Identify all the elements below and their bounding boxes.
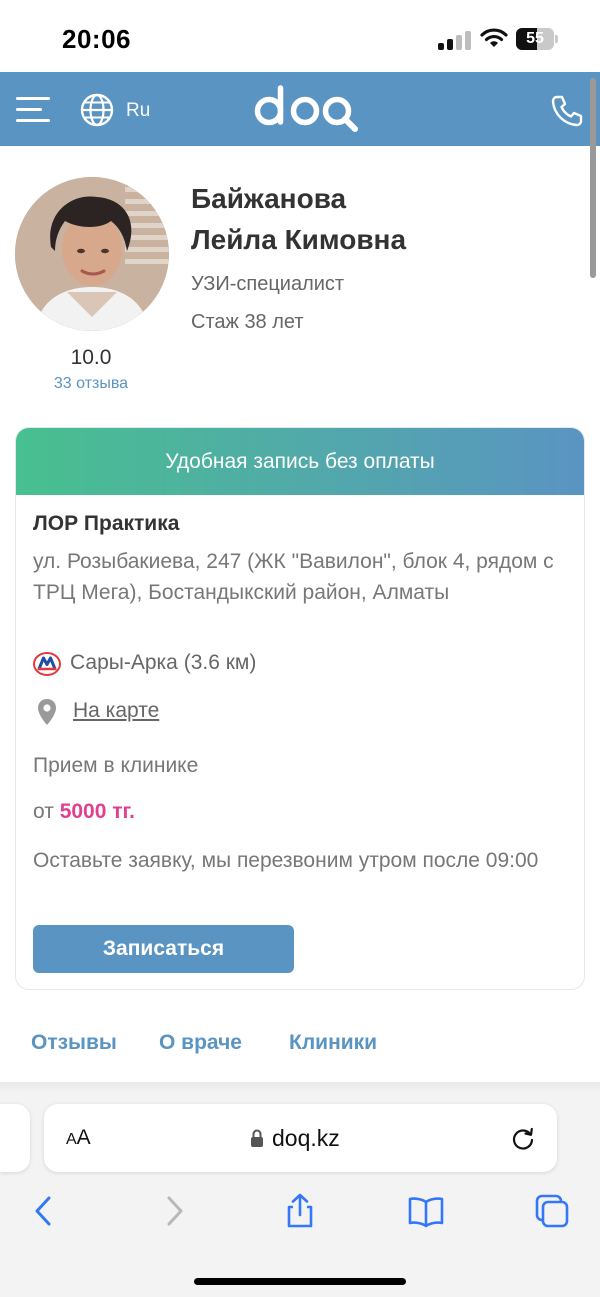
previous-tab-preview[interactable] <box>0 1104 30 1172</box>
tab-about-doctor[interactable]: О враче <box>159 1031 242 1055</box>
share-icon[interactable] <box>282 1193 318 1229</box>
booking-banner: Удобная запись без оплаты <box>16 428 584 495</box>
page-settings-button[interactable]: AA <box>66 1126 106 1154</box>
reviews-count-link[interactable]: 33 отзыва <box>15 375 167 393</box>
doctor-photo <box>15 177 169 331</box>
cellular-signal-icon <box>438 30 472 50</box>
language-selector[interactable]: Ru <box>126 100 150 122</box>
page-scrollbar[interactable] <box>590 78 596 278</box>
reception-type: Прием в клинике <box>33 754 199 777</box>
site-header: Ru <box>0 72 600 146</box>
doctor-name: Байжанова Лейла Кимовна <box>191 178 581 260</box>
doctor-experience: Стаж 38 лет <box>191 311 304 333</box>
tabs-icon[interactable] <box>534 1193 570 1229</box>
globe-icon[interactable] <box>80 93 114 127</box>
status-bar: 20:06 55 <box>0 0 600 72</box>
doq-logo[interactable] <box>254 84 364 136</box>
bookmarks-icon[interactable] <box>408 1193 444 1229</box>
map-pin-icon <box>38 699 56 725</box>
doctor-rating: 10.0 <box>70 346 112 369</box>
clinic-address: ул. Розыбакиева, 247 (ЖК "Вавилон", блок… <box>33 550 554 604</box>
hamburger-menu-icon[interactable] <box>16 97 50 123</box>
price-prefix: от <box>33 800 54 823</box>
doctor-surname: Байжанова <box>191 183 347 214</box>
back-icon[interactable] <box>26 1193 62 1229</box>
price-value: 5000 тг. <box>59 800 136 823</box>
map-link[interactable]: На карте <box>73 699 159 723</box>
battery-level: 55 <box>526 30 544 47</box>
home-indicator[interactable] <box>194 1278 406 1285</box>
status-time: 20:06 <box>62 24 131 54</box>
metro-icon <box>33 652 61 676</box>
book-appointment-button[interactable]: Записаться <box>33 925 294 973</box>
clinic-name: ЛОР Практика <box>33 512 180 535</box>
reload-icon[interactable] <box>510 1126 536 1152</box>
tab-clinics[interactable]: Клиники <box>289 1031 377 1055</box>
callback-note: Оставьте заявку, мы перезвоним утром пос… <box>33 849 539 872</box>
battery-icon: 55 <box>516 28 558 50</box>
phone-icon[interactable] <box>550 94 584 128</box>
forward-icon[interactable] <box>156 1193 192 1229</box>
doctor-given-names: Лейла Кимовна <box>191 224 407 255</box>
booking-card: Удобная запись без оплаты ЛОР Практика у… <box>15 427 585 990</box>
tab-reviews[interactable]: Отзывы <box>31 1031 117 1055</box>
wifi-icon <box>480 28 508 47</box>
price-row: от 5000 тг. <box>33 800 135 824</box>
url-text[interactable]: doq.kz <box>272 1125 340 1152</box>
doctor-specialty: УЗИ-специалист <box>191 273 345 295</box>
lock-icon <box>251 1129 263 1147</box>
page-bottom-edge <box>0 1082 600 1092</box>
address-bar[interactable]: AA doq.kz <box>44 1104 557 1172</box>
doctor-avatar[interactable] <box>15 177 169 331</box>
metro-label: Сары-Арка (3.6 км) <box>70 651 257 674</box>
